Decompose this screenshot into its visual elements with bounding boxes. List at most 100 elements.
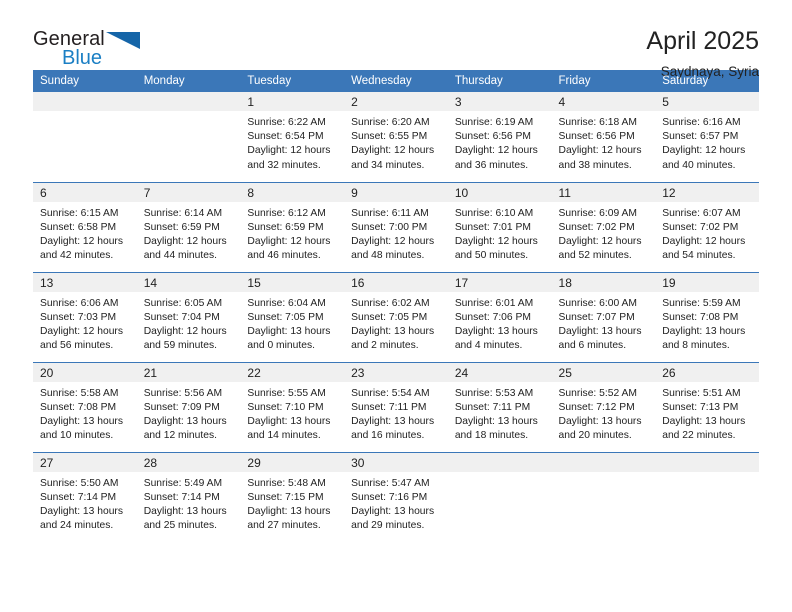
calendar-day-cell[interactable]: 23 Sunrise: 5:54 AM Sunset: 7:11 PM Dayligh… (344, 361, 448, 452)
sunrise-time: Sunrise: 6:15 AM (40, 207, 119, 219)
calendar-day-cell[interactable]: 9 Sunrise: 6:11 AM Sunset: 7:00 PM Daylight… (344, 181, 448, 272)
calendar-day-cell[interactable]: 10 Sunrise: 6:10 AM Sunset: 7:01 PM Dayligh… (447, 181, 552, 272)
calendar-day-cell[interactable]: 26 Sunrise: 5:51 AM Sunset: 7:13 PM Dayligh… (655, 361, 759, 452)
day-number: 27 (33, 452, 137, 472)
day-details: Sunrise: 5:51 AM Sunset: 7:13 PM Daylight:… (655, 382, 759, 444)
daylight-duration-line1: Daylight: 13 hours (143, 505, 227, 517)
weekday-header-wednesday: Wednesday (344, 70, 448, 92)
calendar-body: 1 Sunrise: 6:22 AM Sunset: 6:54 PM Daylight… (33, 92, 759, 542)
daylight-duration-line2: and 38 minutes. (558, 159, 632, 171)
sunset-time: Sunset: 7:00 PM (351, 221, 428, 233)
calendar-day-cell[interactable]: 5 Sunrise: 6:16 AM Sunset: 6:57 PM Daylight… (655, 92, 759, 182)
calendar-day-cell[interactable]: 11 Sunrise: 6:09 AM Sunset: 7:02 PM Dayligh… (551, 181, 656, 272)
day-number: 21 (136, 362, 241, 382)
calendar-day-cell[interactable]: 16 Sunrise: 6:02 AM Sunset: 7:05 PM Dayligh… (344, 271, 448, 362)
calendar-day-cell[interactable]: 15 Sunrise: 6:04 AM Sunset: 7:05 PM Dayligh… (240, 271, 345, 362)
day-number: 16 (344, 272, 448, 292)
day-number: 8 (240, 182, 345, 202)
daylight-duration-line2: and 20 minutes. (558, 430, 632, 442)
calendar-day-cell[interactable]: 14 Sunrise: 6:05 AM Sunset: 7:04 PM Dayligh… (136, 271, 241, 362)
sunset-time: Sunset: 7:11 PM (454, 401, 531, 413)
calendar-day-cell[interactable]: 30 Sunrise: 5:47 AM Sunset: 7:16 PM Dayligh… (344, 451, 448, 542)
calendar-day-cell[interactable]: 22 Sunrise: 5:55 AM Sunset: 7:10 PM Dayligh… (240, 361, 345, 452)
day-number: 24 (447, 362, 552, 382)
calendar-day-cell[interactable]: 18 Sunrise: 6:00 AM Sunset: 7:07 PM Dayligh… (551, 271, 656, 362)
day-number: 20 (33, 362, 137, 382)
daylight-duration-line2: and 56 minutes. (40, 340, 114, 352)
calendar-day-cell[interactable]: 3 Sunrise: 6:19 AM Sunset: 6:56 PM Daylight… (447, 92, 552, 182)
daylight-duration-line2: and 8 minutes. (662, 340, 730, 352)
daylight-duration-line1: Daylight: 13 hours (247, 505, 331, 517)
sunrise-time: Sunrise: 5:48 AM (247, 477, 326, 489)
daylight-duration-line2: and 24 minutes. (40, 520, 114, 532)
sunset-time: Sunset: 7:10 PM (247, 401, 324, 413)
calendar-week-row: 6 Sunrise: 6:15 AM Sunset: 6:58 PM Daylight… (33, 181, 759, 272)
calendar-day-cell[interactable]: 17 Sunrise: 6:01 AM Sunset: 7:06 PM Dayligh… (447, 271, 552, 362)
day-details: Sunrise: 6:07 AM Sunset: 7:02 PM Daylight:… (655, 202, 759, 264)
calendar-day-cell[interactable]: 27 Sunrise: 5:50 AM Sunset: 7:14 PM Dayligh… (33, 451, 137, 542)
day-number: 26 (655, 362, 759, 382)
day-number: 19 (655, 272, 759, 292)
sunset-time: Sunset: 6:54 PM (247, 131, 324, 143)
day-details: Sunrise: 6:18 AM Sunset: 6:56 PM Daylight:… (552, 111, 656, 173)
sunset-time: Sunset: 6:55 PM (351, 131, 428, 143)
weekday-header-monday: Monday (136, 70, 241, 92)
day-details: Sunrise: 5:47 AM Sunset: 7:16 PM Daylight:… (344, 472, 448, 534)
daylight-duration-line1: Daylight: 13 hours (558, 325, 642, 337)
day-details: Sunrise: 6:15 AM Sunset: 6:58 PM Daylight:… (33, 202, 137, 264)
daylight-duration-line1: Daylight: 12 hours (247, 235, 331, 247)
day-details: Sunrise: 6:00 AM Sunset: 7:07 PM Daylight:… (552, 292, 656, 354)
calendar-day-cell[interactable]: 20 Sunrise: 5:58 AM Sunset: 7:08 PM Dayligh… (33, 361, 137, 452)
day-number: 14 (136, 272, 241, 292)
calendar-day-cell[interactable]: 24 Sunrise: 5:53 AM Sunset: 7:11 PM Dayligh… (447, 361, 552, 452)
day-details: Sunrise: 5:59 AM Sunset: 7:08 PM Daylight:… (655, 292, 759, 354)
general-blue-logo: General Blue (33, 27, 153, 73)
day-number (551, 452, 656, 472)
calendar-day-cell[interactable]: 7 Sunrise: 6:14 AM Sunset: 6:59 PM Daylight… (136, 181, 241, 272)
calendar-day-cell[interactable]: 19 Sunrise: 5:59 AM Sunset: 7:08 PM Dayligh… (655, 271, 759, 362)
daylight-duration-line1: Daylight: 12 hours (558, 145, 642, 157)
page-header: General Blue April 2025 Saydnaya, Syria (33, 0, 759, 78)
calendar-day-cell[interactable]: 1 Sunrise: 6:22 AM Sunset: 6:54 PM Daylight… (240, 92, 345, 182)
sunset-time: Sunset: 7:08 PM (662, 311, 739, 323)
sunset-time: Sunset: 7:08 PM (40, 401, 117, 413)
sunrise-time: Sunrise: 6:16 AM (662, 117, 741, 128)
day-details: Sunrise: 6:11 AM Sunset: 7:00 PM Daylight:… (344, 202, 448, 264)
calendar-day-cell-empty (655, 451, 759, 542)
day-number (136, 92, 241, 111)
calendar-day-cell[interactable]: 29 Sunrise: 5:48 AM Sunset: 7:15 PM Dayligh… (240, 451, 345, 542)
daylight-duration-line2: and 34 minutes. (351, 159, 425, 171)
sunrise-time: Sunrise: 6:00 AM (558, 297, 637, 309)
daylight-duration-line1: Daylight: 12 hours (143, 325, 227, 337)
day-number (447, 452, 552, 472)
calendar-page: General Blue April 2025 Saydnaya, Syria … (0, 0, 792, 612)
sunrise-time: Sunrise: 6:09 AM (558, 207, 637, 219)
calendar-day-cell[interactable]: 12 Sunrise: 6:07 AM Sunset: 7:02 PM Dayligh… (655, 181, 759, 272)
daylight-duration-line2: and 4 minutes. (454, 340, 523, 352)
weekday-header-thursday: Thursday (447, 70, 552, 92)
sunrise-time: Sunrise: 5:51 AM (662, 387, 741, 399)
day-details: Sunrise: 5:48 AM Sunset: 7:15 PM Daylight:… (240, 472, 344, 534)
weekday-header-tuesday: Tuesday (240, 70, 345, 92)
daylight-duration-line1: Daylight: 13 hours (351, 325, 435, 337)
calendar-day-cell[interactable]: 21 Sunrise: 5:56 AM Sunset: 7:09 PM Dayligh… (136, 361, 241, 452)
calendar-day-cell[interactable]: 25 Sunrise: 5:52 AM Sunset: 7:12 PM Dayligh… (551, 361, 656, 452)
day-number (655, 452, 759, 472)
calendar-day-cell[interactable]: 13 Sunrise: 6:06 AM Sunset: 7:03 PM Dayligh… (33, 271, 137, 362)
daylight-duration-line2: and 2 minutes. (351, 340, 419, 352)
daylight-duration-line2: and 59 minutes. (143, 340, 217, 352)
sunrise-time: Sunrise: 6:12 AM (247, 207, 326, 219)
sunrise-time: Sunrise: 6:05 AM (143, 297, 223, 309)
calendar-day-cell[interactable]: 8 Sunrise: 6:12 AM Sunset: 6:59 PM Daylight… (240, 181, 345, 272)
calendar-day-cell[interactable]: 4 Sunrise: 6:18 AM Sunset: 6:56 PM Daylight… (551, 92, 656, 182)
daylight-duration-line2: and 29 minutes. (351, 520, 425, 532)
logo-text-blue: Blue (62, 47, 103, 69)
day-details: Sunrise: 6:04 AM Sunset: 7:05 PM Daylight:… (240, 292, 344, 354)
calendar-day-cell[interactable]: 6 Sunrise: 6:15 AM Sunset: 6:58 PM Daylight… (33, 181, 137, 272)
sunrise-time: Sunrise: 5:58 AM (40, 387, 119, 399)
sunrise-sunset-calendar: Sunday Monday Tuesday Wednesday Thursday… (33, 70, 759, 542)
day-details: Sunrise: 6:06 AM Sunset: 7:03 PM Daylight:… (33, 292, 137, 354)
calendar-day-cell[interactable]: 28 Sunrise: 5:49 AM Sunset: 7:14 PM Dayligh… (136, 451, 241, 542)
sunrise-time: Sunrise: 6:07 AM (662, 207, 741, 219)
calendar-day-cell[interactable]: 2 Sunrise: 6:20 AM Sunset: 6:55 PM Daylight… (344, 92, 448, 182)
